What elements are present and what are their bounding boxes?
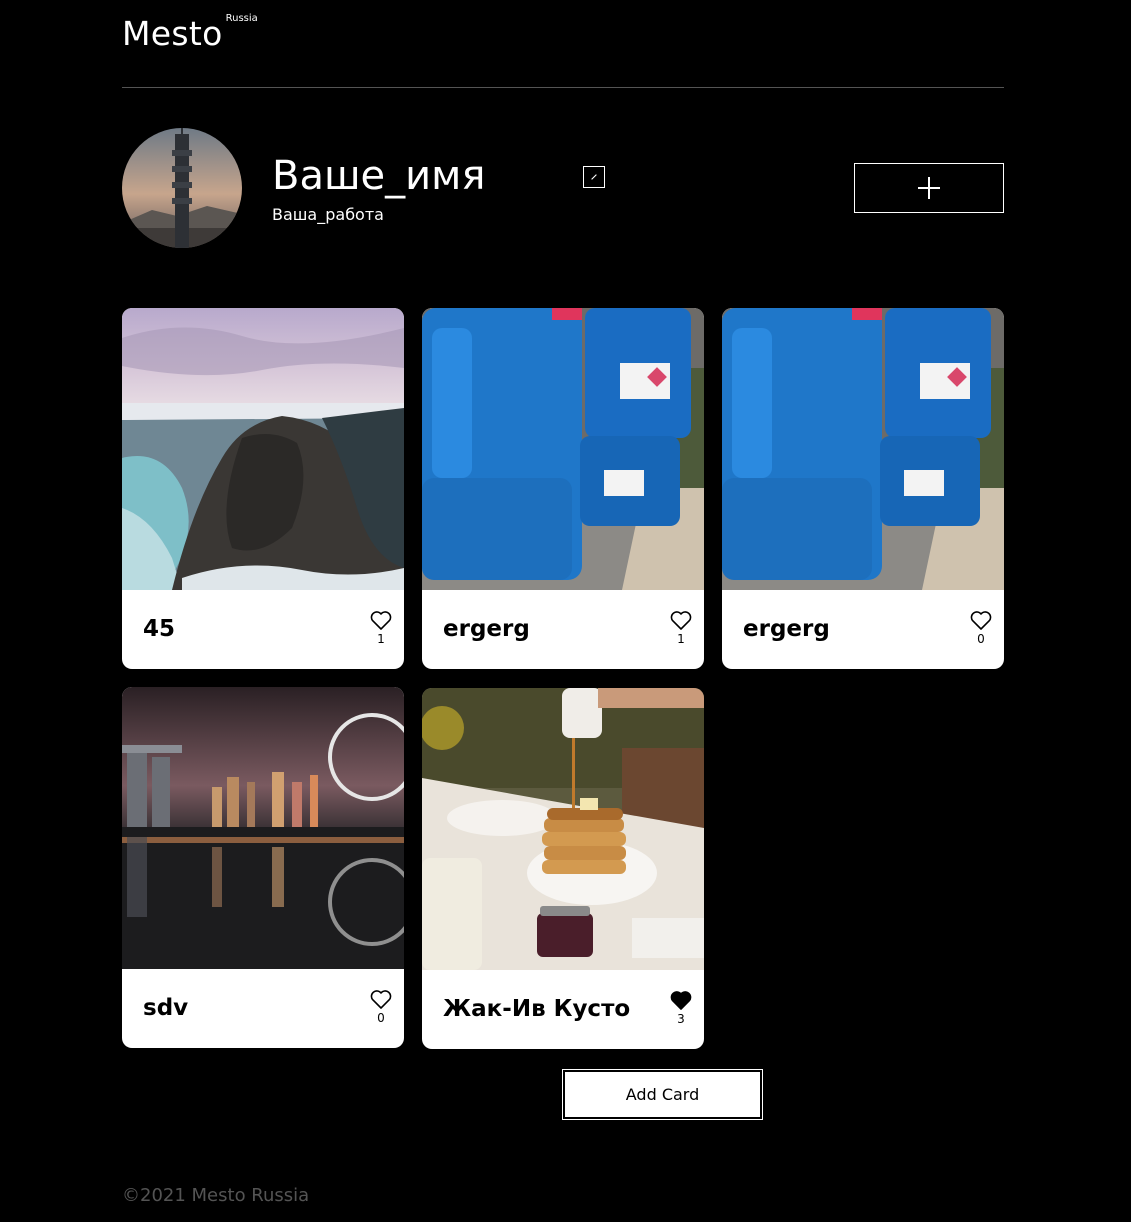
like-container: 0 xyxy=(969,610,993,646)
like-count: 0 xyxy=(977,632,985,646)
like-button[interactable] xyxy=(970,610,992,630)
place-card: ergerg 0 xyxy=(722,308,1004,669)
card-title: 45 xyxy=(143,616,176,642)
profile-job: Ваша_работа xyxy=(272,205,384,224)
place-card: 45 1 xyxy=(122,308,404,669)
footer-copyright: ©2021 Mesto Russia xyxy=(122,1185,310,1206)
like-button[interactable] xyxy=(370,989,392,1009)
heart-filled-icon xyxy=(670,990,692,1010)
heart-outline-icon xyxy=(970,610,992,630)
card-image[interactable] xyxy=(122,308,404,590)
night-city-photo xyxy=(122,687,404,969)
like-button[interactable] xyxy=(370,610,392,630)
card-image[interactable] xyxy=(122,687,404,969)
card-title: sdv xyxy=(143,995,189,1021)
edit-profile-button[interactable] xyxy=(583,166,605,188)
like-button[interactable] xyxy=(670,990,692,1010)
snowy-cliff-photo xyxy=(122,308,404,590)
card-title: Жак-Ив Кусто xyxy=(443,996,631,1022)
avatar[interactable] xyxy=(122,128,242,248)
like-count: 3 xyxy=(677,1012,685,1026)
like-container: 0 xyxy=(369,989,393,1025)
blue-canisters-photo xyxy=(422,308,704,590)
like-container: 3 xyxy=(669,990,693,1026)
like-count: 1 xyxy=(377,632,385,646)
plus-icon xyxy=(918,177,940,199)
card-image[interactable] xyxy=(422,308,704,590)
like-container: 1 xyxy=(669,610,693,646)
place-card: sdv 0 xyxy=(122,687,404,1048)
heart-outline-icon xyxy=(670,610,692,630)
profile-name: Ваше_имя xyxy=(272,153,486,199)
like-container: 1 xyxy=(369,610,393,646)
avatar-image xyxy=(122,128,242,248)
like-button[interactable] xyxy=(670,610,692,630)
heart-outline-icon xyxy=(370,610,392,630)
header-divider xyxy=(122,87,1004,88)
place-card: ergerg 1 xyxy=(422,308,704,669)
like-count: 1 xyxy=(677,632,685,646)
heart-outline-icon xyxy=(370,989,392,1009)
add-place-button[interactable] xyxy=(854,163,1004,213)
blue-canisters-photo xyxy=(722,308,1004,590)
like-count: 0 xyxy=(377,1011,385,1025)
logo[interactable]: Mesto Russia xyxy=(122,14,258,54)
logo-superscript: Russia xyxy=(225,13,258,24)
card-title: ergerg xyxy=(443,616,530,642)
card-title: ergerg xyxy=(743,616,830,642)
logo-text: Mesto xyxy=(122,14,223,53)
pencil-icon xyxy=(591,174,597,180)
place-card: Жак-Ив Кусто 3 xyxy=(422,688,704,1049)
pancakes-photo xyxy=(422,688,704,970)
card-image[interactable] xyxy=(422,688,704,970)
card-image[interactable] xyxy=(722,308,1004,590)
add-card-button[interactable]: Add Card xyxy=(562,1069,763,1120)
page: Mesto Russia Ваше_имя Ваша_работа 45 1 e… xyxy=(0,0,1131,1222)
